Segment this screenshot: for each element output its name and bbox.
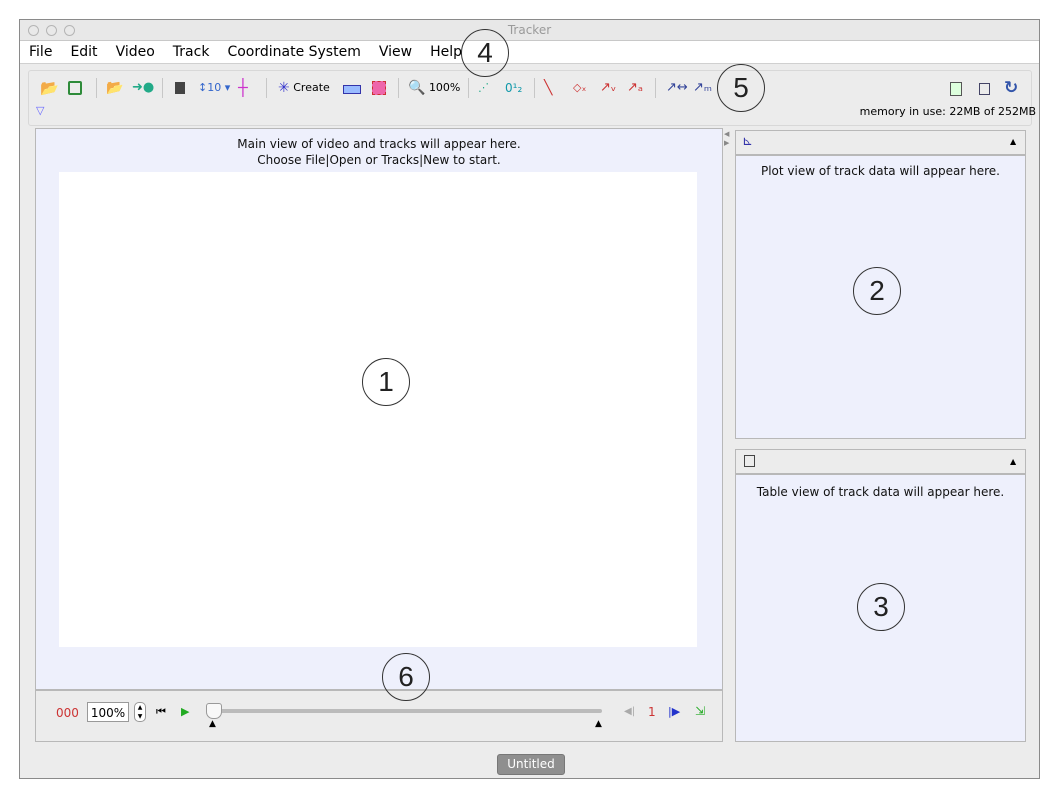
acceleration-icon[interactable]: ↗ₐ — [627, 78, 643, 98]
create-track-button[interactable]: ✳ Create — [278, 78, 330, 98]
table-view-message: Table view of track data will appear her… — [756, 485, 1005, 499]
save-icon[interactable] — [68, 81, 82, 95]
menu-coordinate-system[interactable]: Coordinate System — [218, 41, 369, 63]
menu-video[interactable]: Video — [107, 41, 164, 63]
notes-icon[interactable] — [950, 82, 962, 96]
calibration-tool-icon[interactable]: ↕10 ▾ — [198, 78, 230, 98]
slider-thumb[interactable] — [206, 703, 222, 719]
open-import-icon[interactable]: 📂 — [106, 78, 123, 98]
plot-view-message: Plot view of track data will appear here… — [760, 164, 1000, 178]
data-track-icon[interactable] — [372, 81, 386, 95]
menu-view[interactable]: View — [370, 41, 421, 63]
menu-edit[interactable]: Edit — [61, 41, 106, 63]
window-title: Tracker — [507, 23, 552, 37]
zoom-level: 100% — [428, 81, 461, 94]
main-view-message-1: Main view of video and tracks will appea… — [237, 137, 521, 151]
zoom-icon: 🔍 — [408, 80, 426, 96]
frame-slider[interactable] — [210, 709, 602, 713]
axes-icon[interactable]: ┼ — [238, 78, 248, 98]
annotation-2: 2 — [853, 267, 901, 315]
zoom-window-button[interactable] — [64, 25, 75, 36]
annotation-1: 1 — [362, 358, 410, 406]
open-folder-icon[interactable]: 📂 — [40, 78, 59, 98]
label-icon[interactable]: 0¹₂ — [505, 78, 522, 98]
mass-vector-icon[interactable]: ↗ₘ — [693, 78, 712, 98]
menu-file[interactable]: File — [20, 41, 61, 63]
properties-icon[interactable] — [979, 83, 990, 95]
step-forward-button[interactable]: |▶ — [668, 705, 680, 718]
export-icon[interactable]: ➜● — [132, 78, 154, 98]
end-marker-icon[interactable]: ▲ — [595, 719, 602, 729]
loop-button[interactable]: ⇲ — [695, 704, 705, 718]
minimize-window-button[interactable] — [46, 25, 57, 36]
memory-status: memory in use: 22MB of 252MB — [859, 105, 1036, 118]
play-button[interactable]: ▶ — [181, 705, 189, 718]
table-icon[interactable] — [744, 455, 755, 467]
frame-counter: 000 — [56, 706, 79, 720]
table-header — [735, 449, 1026, 474]
tab-untitled[interactable]: Untitled — [497, 754, 565, 775]
annotation-4: 4 — [461, 29, 509, 77]
toolbar-expand-icon[interactable]: ▽ — [36, 104, 44, 117]
step-back-button[interactable]: ◀| — [624, 706, 635, 717]
main-view-message-2: Choose File|Open or Tracks|New to start. — [257, 153, 501, 167]
velocity-icon[interactable]: ↗ᵥ — [600, 78, 616, 98]
stretch-vector-icon[interactable]: ↗↔ — [666, 78, 688, 98]
plot-collapse-icon[interactable]: ▲ — [1010, 137, 1016, 146]
plot-icon[interactable]: ⊾ — [742, 134, 753, 149]
annotation-6: 6 — [382, 653, 430, 701]
ruler-icon[interactable] — [343, 85, 361, 94]
create-label: Create — [293, 81, 330, 94]
refresh-icon[interactable]: ↻ — [1004, 78, 1018, 98]
divider-arrows-icon[interactable]: ◀ ▶ — [724, 130, 729, 148]
video-canvas[interactable] — [59, 172, 697, 647]
annotation-5: 5 — [717, 64, 765, 112]
step-size[interactable]: 1 — [648, 705, 656, 719]
start-marker-icon[interactable]: ▲ — [209, 719, 216, 729]
rate-field[interactable]: 100% — [87, 702, 129, 722]
create-track-icon: ✳ — [278, 80, 290, 96]
plot-header — [735, 130, 1026, 155]
close-window-button[interactable] — [28, 25, 39, 36]
reset-button[interactable]: ⏮ — [156, 705, 166, 719]
title-bar: Tracker — [20, 20, 1039, 41]
position-icon[interactable]: ◇ₓ — [573, 78, 586, 98]
zoom-button[interactable]: 🔍 100% — [408, 78, 460, 98]
table-collapse-icon[interactable]: ▲ — [1010, 457, 1016, 466]
menu-bar: File Edit Video Track Coordinate System … — [20, 41, 1039, 64]
clip-settings-icon[interactable] — [175, 82, 185, 94]
menu-track[interactable]: Track — [164, 41, 219, 63]
trail-icon[interactable]: ⋰ — [478, 78, 489, 98]
path-icon[interactable]: ╲ — [544, 78, 552, 98]
annotation-3: 3 — [857, 583, 905, 631]
rate-spinner[interactable]: ▲ ▼ — [134, 702, 146, 722]
